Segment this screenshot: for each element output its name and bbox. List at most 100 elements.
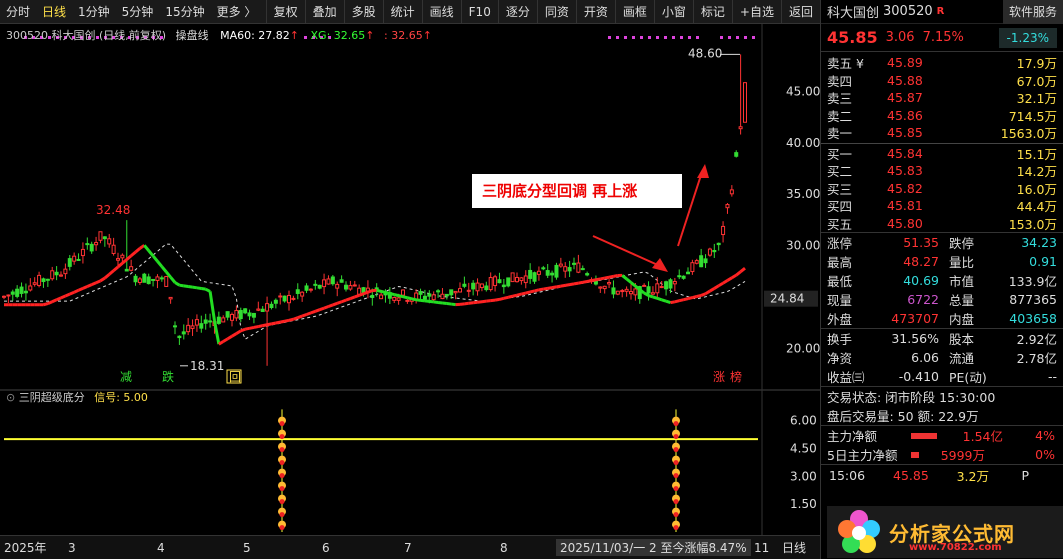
period-label[interactable]: 日线 [782, 539, 806, 556]
stock-code: 300520 [883, 4, 933, 19]
candle-body [273, 299, 278, 304]
candle-body [28, 285, 33, 291]
trend-line-segment [121, 258, 128, 265]
candle-body [440, 293, 445, 300]
trend-line-segment [196, 286, 202, 290]
stat-label: 总量 [949, 293, 975, 308]
trend-line-segment [446, 302, 452, 306]
stat-label: 市值 [949, 274, 975, 289]
candle-body [348, 285, 353, 290]
candle-body [554, 264, 559, 278]
candle-body [519, 277, 524, 282]
stat-row: 最高 48.27 量比 0.91 [821, 252, 1063, 271]
order-book-row[interactable]: 卖二 45.86 714.5万 [821, 107, 1063, 125]
signal-coin-base [279, 421, 285, 427]
trend-line-segment [201, 287, 206, 291]
tool-button-3[interactable]: 统计 [382, 0, 422, 24]
candle-body [646, 286, 651, 294]
trend-line-segment [183, 284, 189, 288]
tool-button-10[interactable]: 小窗 [653, 0, 693, 24]
trend-line-segment [367, 289, 373, 294]
order-book-row[interactable]: 卖四 45.88 67.0万 [821, 72, 1063, 90]
trend-line-segment [722, 279, 729, 285]
order-book-row[interactable]: 买五 45.80 153.0万 [821, 215, 1063, 233]
trend-line-segment [398, 294, 404, 299]
stat-label: 换手 [827, 332, 853, 347]
tool-button-1[interactable]: 叠加 [304, 0, 344, 24]
order-price: 45.83 [887, 163, 923, 179]
price-row: 45.85 3.06 7.15% -1.23% [821, 24, 1063, 52]
order-book-row[interactable]: 买一 45.84 15.1万 [821, 145, 1063, 163]
candle-body [585, 273, 590, 276]
candle-body [23, 290, 28, 294]
axis-label-apr: 4 [157, 540, 165, 555]
collapse-icon[interactable]: ⊙ [6, 391, 15, 404]
trend-line-segment [512, 293, 518, 298]
candle-body [611, 287, 616, 295]
trend-line-segment [608, 274, 614, 279]
tool-button-13[interactable]: 返回 [780, 0, 820, 24]
order-label: 卖三 [827, 91, 853, 107]
arrow-head-2 [697, 164, 709, 178]
trend-line-segment [459, 302, 465, 306]
order-vol: 32.1万 [1016, 91, 1057, 107]
top-signal-dot [608, 36, 611, 39]
candle-body [10, 291, 15, 295]
trend-line-segment [494, 297, 500, 302]
signal-coin-base [279, 447, 285, 453]
trade-status: 交易状态: 闭市阶段 15:30:00 [827, 390, 996, 405]
candle-body [453, 290, 458, 294]
candle-body [707, 248, 712, 256]
trend-line-segment [187, 285, 193, 289]
order-book-row[interactable]: 卖五 ¥ 45.89 17.9万 [821, 54, 1063, 72]
stat-label: 最高 [827, 255, 853, 270]
period-tab-0[interactable]: 分时 [0, 0, 36, 24]
tool-button-2[interactable]: 多股 [343, 0, 383, 24]
trend-line-segment [212, 320, 221, 345]
candle-body [63, 268, 68, 275]
tool-button-12[interactable]: +自选 [731, 0, 781, 24]
period-tab-4[interactable]: 15分钟 [159, 0, 210, 24]
trend-line-segment [411, 297, 417, 302]
flow-pct: 4% [1035, 428, 1055, 443]
tool-button-4[interactable]: 画线 [421, 0, 461, 24]
tool-button-8[interactable]: 开资 [575, 0, 615, 24]
tool-button-6[interactable]: 逐分 [497, 0, 537, 24]
candle-body [655, 283, 660, 294]
order-book-row[interactable]: 卖三 45.87 32.1万 [821, 89, 1063, 107]
trend-line-segment [208, 291, 216, 321]
trend-line-segment [147, 249, 155, 257]
candle-body [370, 294, 375, 298]
candle-body [593, 280, 598, 285]
tool-button-5[interactable]: F10 [460, 0, 498, 24]
period-tab-3[interactable]: 5分钟 [116, 0, 160, 24]
trend-line-segment [630, 281, 637, 288]
top-signal-dot [624, 36, 627, 39]
order-book-row[interactable]: 卖一 45.85 1563.0万 [821, 124, 1063, 142]
kline-chart-area[interactable]: 45.00 40.00 35.00 30.00 20.00 24.84 32.48 18.31… [0, 24, 820, 559]
period-tab-1[interactable]: 日线 [36, 0, 72, 24]
kline-chart[interactable]: 45.00 40.00 35.00 30.00 20.00 24.84 32.48 18.31… [0, 24, 820, 535]
sector-label[interactable]: 软件服务 [1002, 0, 1063, 24]
order-book-row[interactable]: 买四 45.81 44.4万 [821, 197, 1063, 215]
period-tab-5[interactable]: 更多 〉 [211, 0, 263, 24]
chart-marker: 涨 [713, 369, 725, 384]
candle-body [541, 267, 546, 270]
candle-body [532, 272, 537, 282]
period-tab-2[interactable]: 1分钟 [72, 0, 116, 24]
candle-body [716, 242, 721, 246]
indicator-title: 三阴超级底分 [18, 391, 85, 404]
tool-button-9[interactable]: 画框 [614, 0, 654, 24]
stat-value: 2.78亿 [1016, 351, 1057, 366]
tool-button-7[interactable]: 同资 [536, 0, 576, 24]
order-book-row[interactable]: 买三 45.82 16.0万 [821, 180, 1063, 198]
tool-buttons: 复权 叠加 多股 统计 画线 F10 逐分 同资 开资 画框 小窗 标记 +自选 返回 [265, 0, 820, 24]
chart-marker: 减 [120, 370, 132, 384]
tool-button-0[interactable]: 复权 [265, 0, 305, 24]
order-book-row[interactable]: 买二 45.83 14.2万 [821, 162, 1063, 180]
candle-body [238, 310, 243, 320]
candle-body [225, 311, 230, 318]
order-vol: 14.2万 [1016, 164, 1057, 180]
tool-button-11[interactable]: 标记 [692, 0, 732, 24]
y-tick-label: 45.00 [786, 84, 820, 98]
